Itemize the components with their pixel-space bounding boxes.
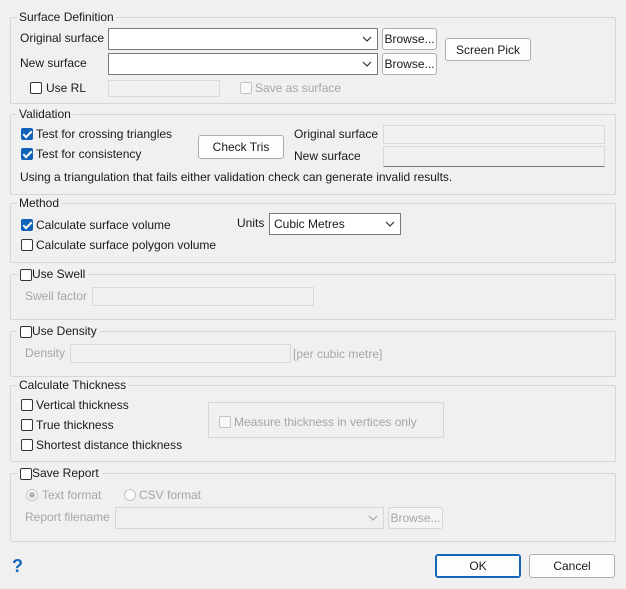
density-field[interactable] bbox=[70, 344, 291, 363]
validation-new-field bbox=[383, 146, 605, 167]
original-surface-browse-button[interactable]: Browse... bbox=[382, 28, 437, 50]
vertices-only-label: Measure thickness in vertices only bbox=[234, 415, 417, 429]
report-group: Save Report bbox=[10, 466, 616, 542]
units-select[interactable]: Cubic Metres bbox=[269, 213, 401, 235]
validation-note: Using a triangulation that fails either … bbox=[20, 170, 453, 184]
screen-pick-button[interactable]: Screen Pick bbox=[445, 38, 531, 61]
units-label: Units bbox=[237, 216, 265, 230]
consistency-label: Test for consistency bbox=[36, 147, 142, 161]
original-surface-combo[interactable] bbox=[108, 28, 378, 50]
save-report-label: Save Report bbox=[32, 466, 99, 480]
density-label: Density bbox=[25, 346, 66, 360]
polygon-volume-label: Calculate surface polygon volume bbox=[36, 238, 217, 252]
original-surface-label: Original surface bbox=[20, 31, 105, 45]
csv-format-radio[interactable] bbox=[124, 489, 136, 501]
help-icon[interactable]: ? bbox=[12, 556, 23, 576]
thickness-legend: Calculate Thickness bbox=[19, 378, 127, 392]
use-swell-checkbox[interactable] bbox=[20, 269, 32, 281]
chevron-down-icon bbox=[368, 515, 378, 521]
use-density-checkbox[interactable] bbox=[20, 326, 32, 338]
true-thickness-label: True thickness bbox=[36, 418, 114, 432]
csv-format-label: CSV format bbox=[139, 488, 202, 502]
surface-volume-checkbox[interactable] bbox=[21, 219, 33, 231]
density-unit-label: [per cubic metre] bbox=[293, 347, 383, 361]
report-filename-combo[interactable] bbox=[115, 507, 384, 529]
use-rl-label: Use RL bbox=[46, 81, 87, 95]
polygon-volume-checkbox[interactable] bbox=[21, 239, 33, 251]
vertices-only-checkbox[interactable] bbox=[219, 416, 231, 428]
crossing-triangles-label: Test for crossing triangles bbox=[36, 127, 173, 141]
crossing-triangles-checkbox[interactable] bbox=[21, 128, 33, 140]
ok-button[interactable]: OK bbox=[435, 554, 521, 578]
use-rl-checkbox[interactable] bbox=[30, 82, 42, 94]
swell-factor-field[interactable] bbox=[92, 287, 314, 306]
chevron-down-icon bbox=[362, 36, 372, 42]
units-value: Cubic Metres bbox=[274, 217, 345, 231]
chevron-down-icon bbox=[385, 221, 395, 227]
validation-legend: Validation bbox=[19, 107, 71, 121]
chevron-down-icon bbox=[362, 61, 372, 67]
cancel-button[interactable]: Cancel bbox=[529, 554, 615, 578]
new-surface-label: New surface bbox=[20, 56, 87, 70]
rl-value-field bbox=[108, 80, 220, 97]
new-surface-browse-button[interactable]: Browse... bbox=[382, 53, 437, 75]
report-filename-label: Report filename bbox=[25, 510, 110, 524]
save-as-surface-checkbox[interactable] bbox=[240, 82, 252, 94]
save-as-surface-label: Save as surface bbox=[255, 81, 342, 95]
use-density-label: Use Density bbox=[32, 324, 97, 338]
report-browse-button[interactable]: Browse... bbox=[388, 507, 443, 529]
surface-definition-legend: Surface Definition bbox=[19, 10, 114, 24]
use-swell-label: Use Swell bbox=[32, 267, 86, 281]
new-surface-combo[interactable] bbox=[108, 53, 378, 75]
validation-original-label: Original surface bbox=[294, 127, 379, 141]
method-legend: Method bbox=[19, 196, 60, 210]
vertical-thickness-checkbox[interactable] bbox=[21, 399, 33, 411]
save-report-checkbox[interactable] bbox=[20, 468, 32, 480]
vertical-thickness-label: Vertical thickness bbox=[36, 398, 129, 412]
validation-original-field bbox=[383, 125, 605, 144]
shortest-distance-checkbox[interactable] bbox=[21, 439, 33, 451]
validation-new-label: New surface bbox=[294, 149, 361, 163]
true-thickness-checkbox[interactable] bbox=[21, 419, 33, 431]
consistency-checkbox[interactable] bbox=[21, 148, 33, 160]
shortest-distance-label: Shortest distance thickness bbox=[36, 438, 183, 452]
check-tris-button[interactable]: Check Tris bbox=[198, 135, 284, 159]
text-format-label: Text format bbox=[42, 488, 102, 502]
swell-factor-label: Swell factor bbox=[25, 289, 88, 303]
text-format-radio[interactable] bbox=[26, 489, 38, 501]
surface-volume-label: Calculate surface volume bbox=[36, 218, 171, 232]
